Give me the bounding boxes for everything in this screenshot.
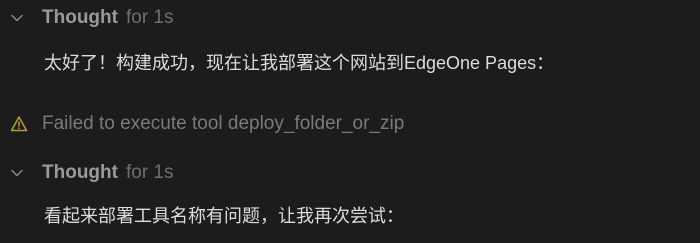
thought-toggle-1[interactable]: Thought for 1s [10, 3, 174, 33]
assistant-message-2: 看起来部署工具名称有问题，让我再次尝试： [44, 206, 404, 226]
thought-title: Thought [42, 7, 118, 28]
assistant-message-1: 太好了！构建成功，现在让我部署这个网站到EdgeOne Pages： [44, 53, 555, 73]
tool-error-row: Failed to execute tool deploy_folder_or_… [10, 109, 404, 139]
warning-triangle-icon [10, 115, 28, 133]
chevron-down-icon [10, 11, 24, 25]
thought-title: Thought [42, 162, 118, 183]
tool-error-text: Failed to execute tool deploy_folder_or_… [42, 113, 405, 134]
thought-duration: for 1s [125, 7, 174, 28]
thought-duration: for 1s [125, 162, 174, 183]
chevron-down-icon [10, 166, 24, 180]
thought-toggle-2[interactable]: Thought for 1s [10, 158, 174, 188]
